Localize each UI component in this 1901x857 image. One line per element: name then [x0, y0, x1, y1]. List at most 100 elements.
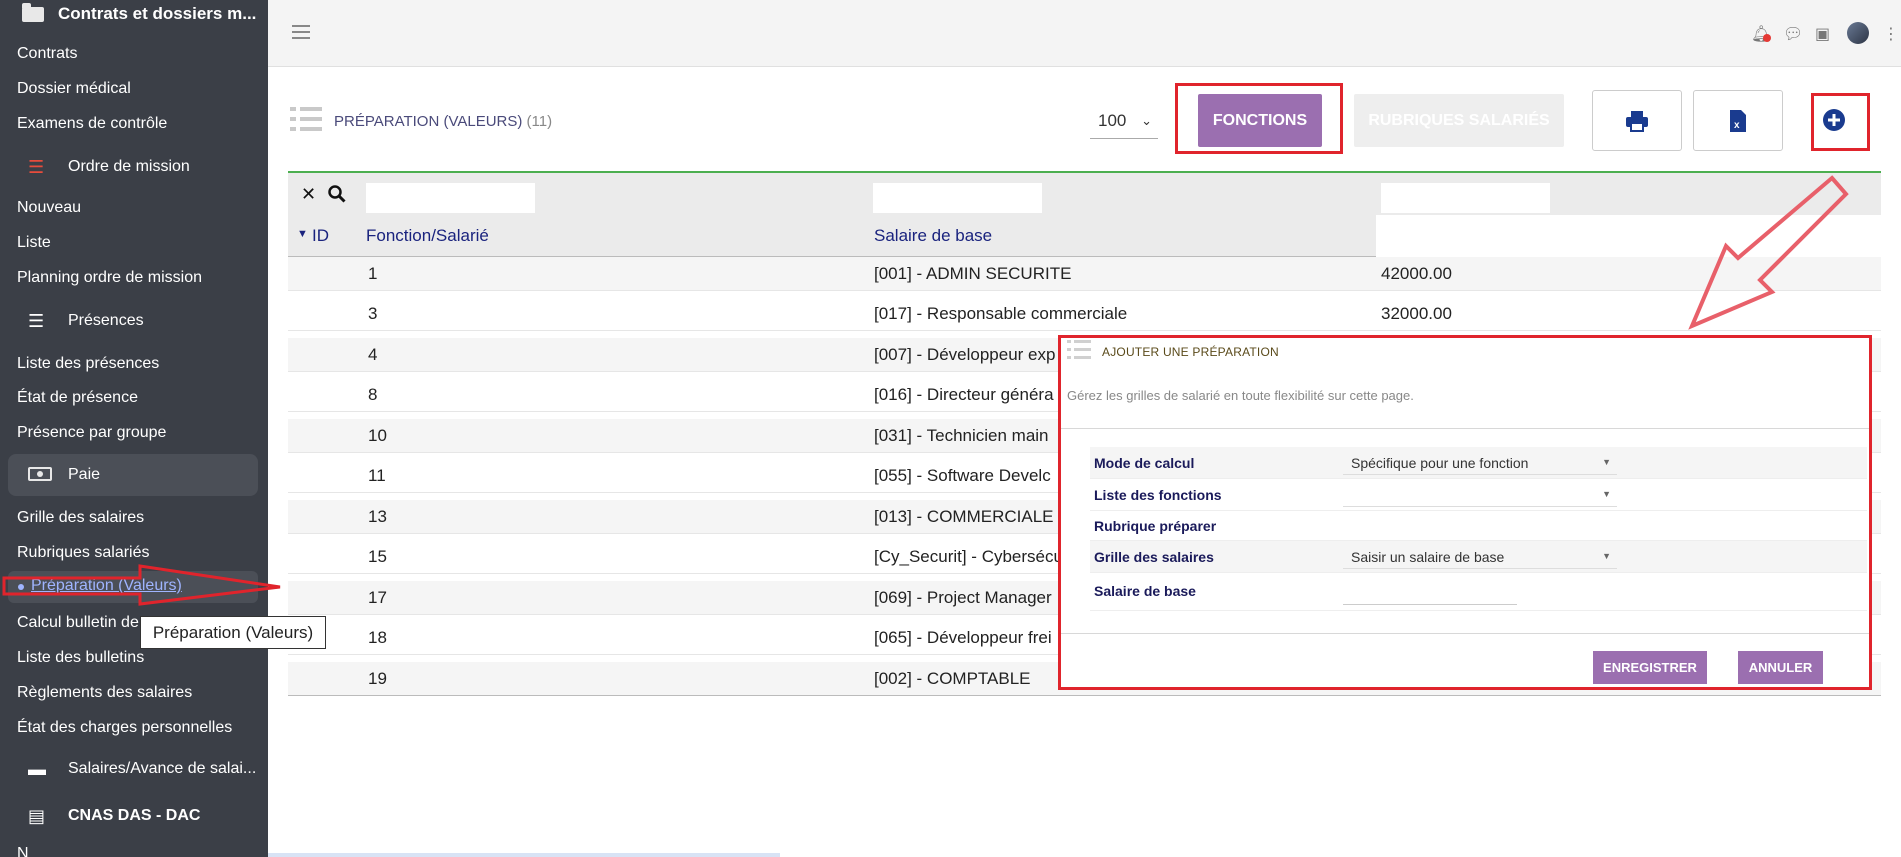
liste-fonctions-select[interactable]: ▼ [1343, 483, 1617, 507]
bell-icon[interactable]: 🔔︎ [1751, 24, 1771, 43]
sidebar-item-calcul-bulletin[interactable]: Calcul bulletin de [17, 614, 139, 632]
topbar: 🔔︎ 💬︎ ▣ ⋮ [268, 0, 1901, 67]
sidebar-header-label: Contrats et dossiers m... [58, 4, 257, 23]
modal-title: AJOUTER UNE PRÉPARATION [1102, 345, 1279, 359]
sidebar: Contrats et dossiers m... Contrats Dossi… [0, 0, 268, 857]
form-row-liste-fonctions: Liste des fonctions ▼ [1090, 479, 1867, 511]
salaire-label: Salaire de base [1094, 583, 1196, 599]
svg-text:x: x [1734, 120, 1740, 131]
grille-select[interactable]: Saisir un salaire de base ▼ [1343, 545, 1617, 569]
clipboard-icon[interactable]: ▣ [1815, 24, 1833, 43]
table-row[interactable]: 1 [001] - ADMIN SECURITE 42000.00 [288, 257, 1881, 291]
sidebar-item-liste-bulletins[interactable]: Liste des bulletins [17, 649, 144, 667]
form-row-grille: Grille des salaires Saisir un salaire de… [1090, 541, 1867, 573]
document-dollar-icon: ▤ [28, 805, 46, 826]
record-count: (11) [526, 113, 553, 130]
sidebar-section-label: Salaires/Avance de salai... [68, 760, 257, 777]
list-check-icon: ☰ [28, 156, 45, 177]
filter-input-extra[interactable] [1381, 183, 1550, 213]
header-fonction[interactable]: Fonction/Salarié [366, 226, 489, 246]
sort-desc-icon[interactable]: ▼ [297, 228, 308, 240]
annotation-arrow-diagonal [1688, 175, 1849, 330]
header-id[interactable]: ID [312, 226, 329, 246]
excel-file-icon: x [1730, 109, 1746, 132]
list-icon [290, 107, 322, 131]
mode-calcul-select[interactable]: Spécifique pour une fonction ▼ [1343, 451, 1617, 475]
filter-row: ✕ [288, 173, 1881, 215]
caret-down-icon: ▼ [1602, 457, 1611, 467]
form-row-mode-calcul: Mode de calcul Spécifique pour une fonct… [1090, 447, 1867, 479]
fonctions-button[interactable]: FONCTIONS [1198, 94, 1322, 147]
table-row[interactable]: 3 [017] - Responsable commerciale 32000.00 [288, 297, 1881, 331]
sidebar-item-liste[interactable]: Liste [17, 234, 51, 252]
print-icon [1626, 110, 1648, 132]
rubriques-salaries-button[interactable]: RUBRIQUES SALARIÉS [1354, 94, 1564, 147]
sidebar-section-label: Paie [68, 466, 101, 483]
liste-fonctions-label: Liste des fonctions [1094, 487, 1222, 503]
sidebar-item-examens[interactable]: Examens de contrôle [17, 115, 167, 133]
page-size-select[interactable]: 100 ⌄ [1090, 103, 1158, 139]
sidebar-section-presences[interactable]: ☰ Présences [8, 300, 258, 342]
scroll-indicator [268, 853, 780, 857]
more-vertical-icon[interactable]: ⋮ [1883, 24, 1901, 43]
modal-subtitle: Gérez les grilles de salarié en toute fl… [1067, 388, 1414, 403]
caret-down-icon: ▼ [1602, 489, 1611, 499]
sidebar-item-presence-groupe[interactable]: Présence par groupe [17, 424, 166, 442]
list-icon [1067, 340, 1091, 360]
sidebar-section-ordre-mission[interactable]: ☰ Ordre de mission [8, 146, 258, 188]
chevron-down-icon: ⌄ [1141, 113, 1152, 128]
chat-icon[interactable]: 💬︎ [1783, 24, 1803, 43]
search-icon[interactable] [328, 185, 346, 203]
folder-icon [22, 2, 44, 22]
sidebar-item-nouveau[interactable]: Nouveau [17, 199, 81, 217]
filter-input-fonction[interactable] [366, 183, 535, 213]
divider [1061, 428, 1869, 429]
sidebar-section-paie[interactable]: Paie [8, 454, 258, 496]
sidebar-item-etat-presence[interactable]: État de présence [17, 389, 138, 407]
sidebar-item-dossier-medical[interactable]: Dossier médical [17, 80, 131, 98]
list-icon: ☰ [28, 310, 45, 331]
sidebar-section-cnas[interactable]: ▤ CNAS DAS - DAC [8, 795, 258, 837]
mode-calcul-value: Spécifique pour une fonction [1351, 455, 1529, 471]
sidebar-item-grille-salaires[interactable]: Grille des salaires [17, 509, 144, 527]
sidebar-item-reglements[interactable]: Règlements des salaires [17, 684, 192, 702]
sidebar-section-label: Ordre de mission [68, 158, 190, 175]
sidebar-item-cut[interactable]: N [17, 845, 29, 857]
form-row-salaire: Salaire de base [1090, 573, 1867, 611]
add-button[interactable] [1807, 92, 1861, 148]
print-button[interactable] [1592, 90, 1682, 151]
plus-circle-icon [1823, 109, 1845, 131]
sidebar-item-liste-presences[interactable]: Liste des présences [17, 355, 159, 373]
hamburger-menu-icon[interactable] [292, 25, 310, 39]
table-header: ▼ ID Fonction/Salarié Salaire de base [288, 215, 1876, 257]
annuler-button[interactable]: ANNULER [1738, 651, 1823, 684]
rubrique-label: Rubrique préparer [1094, 518, 1217, 534]
caret-down-icon: ▼ [1602, 551, 1611, 561]
avatar[interactable] [1847, 22, 1869, 44]
enregistrer-button[interactable]: ENREGISTRER [1593, 651, 1707, 684]
clear-filter-icon[interactable]: ✕ [301, 184, 316, 205]
sidebar-item-contrats[interactable]: Contrats [17, 45, 77, 63]
add-preparation-modal: AJOUTER UNE PRÉPARATION Gérez les grille… [1061, 337, 1869, 689]
mode-calcul-label: Mode de calcul [1094, 455, 1195, 471]
annotation-arrow-sidebar [2, 564, 281, 606]
page-title-text: PRÉPARATION (VALEURS) [334, 113, 523, 130]
grille-label: Grille des salaires [1094, 549, 1214, 565]
sidebar-section-label: CNAS DAS - DAC [68, 807, 201, 824]
page-title: PRÉPARATION (VALEURS) (11) [334, 113, 552, 130]
money-icon [28, 465, 68, 486]
sidebar-section-label: Présences [68, 312, 144, 329]
wallet-icon: ▬ [28, 758, 46, 779]
sidebar-header[interactable]: Contrats et dossiers m... [0, 0, 268, 28]
filter-input-salaire[interactable] [873, 183, 1042, 213]
page-size-value: 100 [1098, 111, 1127, 130]
sidebar-section-salaires-avance[interactable]: ▬ Salaires/Avance de salai... [8, 748, 258, 790]
sidebar-item-planning[interactable]: Planning ordre de mission [17, 269, 202, 287]
grille-value: Saisir un salaire de base [1351, 549, 1505, 565]
form-row-rubrique: Rubrique préparer [1090, 511, 1867, 541]
salaire-input[interactable] [1343, 583, 1517, 605]
header-salaire[interactable]: Salaire de base [874, 226, 992, 246]
divider [1061, 633, 1869, 634]
export-excel-button[interactable]: x [1693, 90, 1783, 151]
sidebar-item-etat-charges[interactable]: État des charges personnelles [17, 719, 232, 737]
